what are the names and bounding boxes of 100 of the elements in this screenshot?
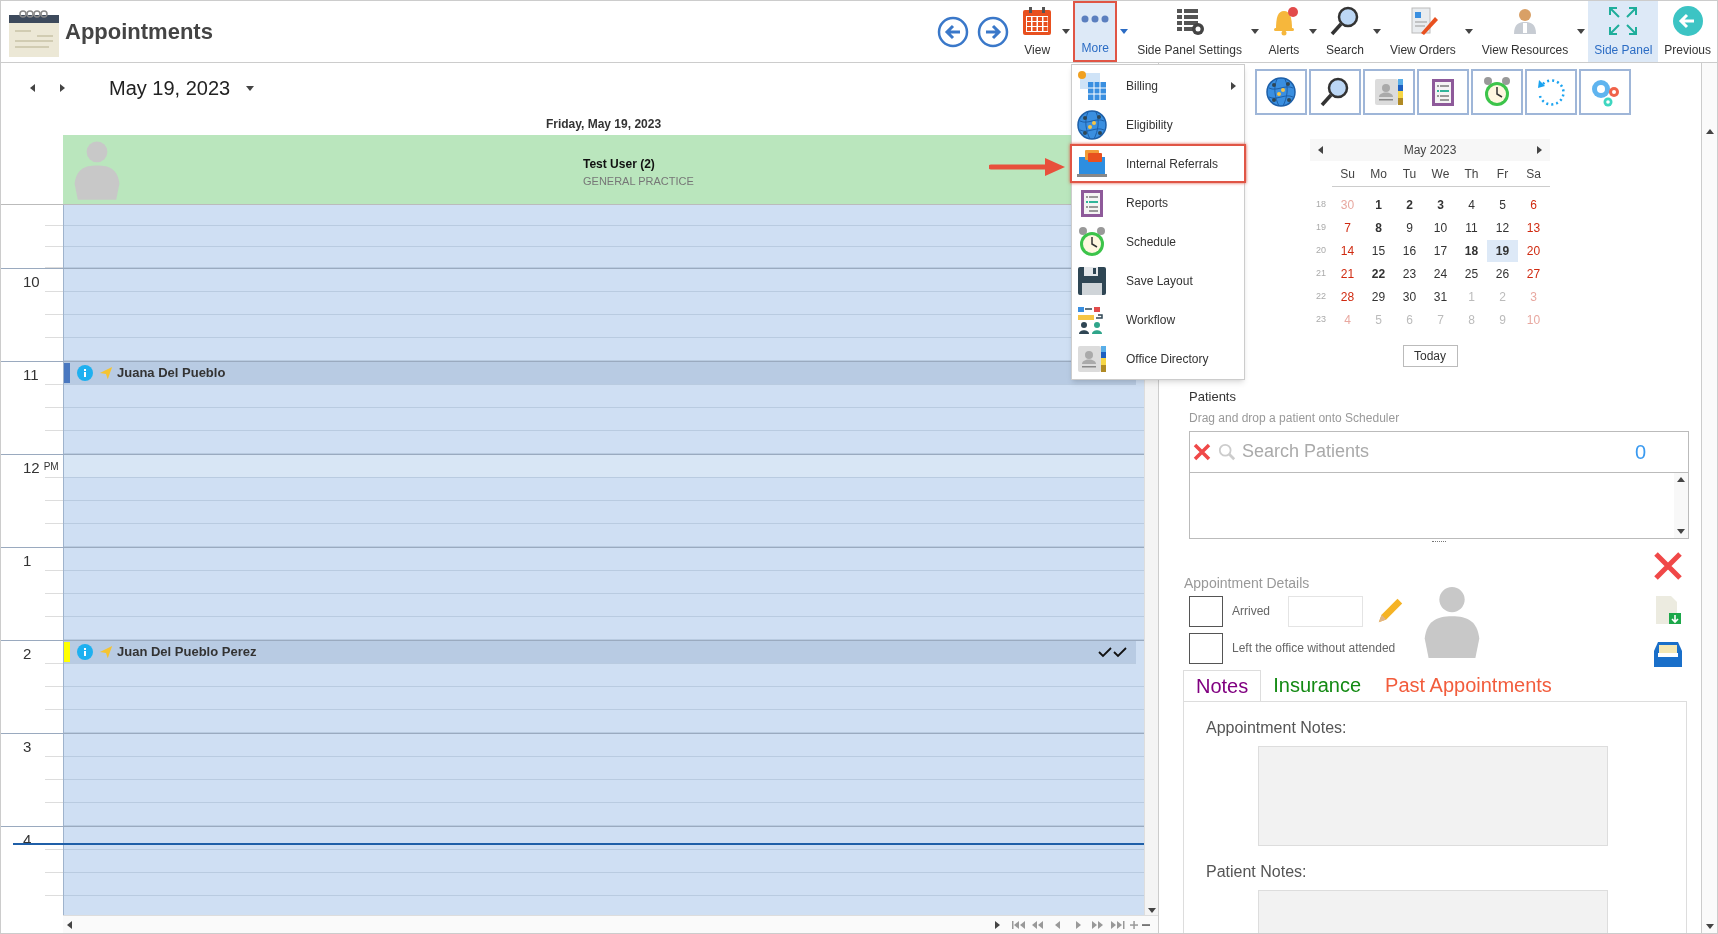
menu-item[interactable]: Schedule — [1072, 222, 1244, 261]
week-number: 22 — [1315, 289, 1327, 303]
menu-item[interactable]: Eligibility — [1072, 105, 1244, 144]
checkbox[interactable] — [1189, 632, 1223, 664]
calendar-day[interactable]: 31 — [1425, 285, 1456, 308]
clear-icon — [1192, 441, 1212, 462]
search-field[interactable]: Search Patients — [1242, 438, 1635, 465]
dropdown-caret-icon — [1062, 29, 1071, 34]
calendar-day[interactable]: 5 — [1487, 193, 1518, 216]
quick-action-button[interactable] — [1309, 69, 1361, 115]
notes-label: Patient Notes: — [1206, 861, 1308, 882]
calendar-day[interactable]: 10 — [1425, 216, 1456, 239]
calendar-day[interactable]: 16 — [1394, 239, 1425, 262]
toolbar-button[interactable]: More — [1073, 1, 1118, 62]
toolbar-button[interactable]: Side Panel — [1588, 1, 1659, 62]
dropdown-caret-icon — [1577, 29, 1586, 34]
calendar-day[interactable]: 23 — [1394, 262, 1425, 285]
scroll-up-icon — [1705, 129, 1714, 134]
calendar-day[interactable]: 28 — [1332, 285, 1363, 308]
calendar-day[interactable]: 18 — [1456, 239, 1487, 262]
menu-item[interactable]: Internal Referrals — [1070, 144, 1246, 183]
calendar-day[interactable]: 24 — [1425, 262, 1456, 285]
calendar-day[interactable]: 25 — [1456, 262, 1487, 285]
paper-plane-icon — [99, 366, 113, 380]
toolbar-button[interactable]: Alerts — [1261, 1, 1306, 62]
dropdown-caret-icon — [1464, 29, 1473, 34]
weekday-label: Sa — [1525, 165, 1542, 183]
back-button[interactable] — [937, 15, 970, 48]
left-caret-icon — [29, 84, 35, 92]
section-title: Patients — [1189, 388, 1237, 406]
appointment[interactable]: Juana Del Pueblo — [64, 362, 1136, 385]
menu-item[interactable]: Workflow — [1072, 300, 1244, 339]
next-month-button[interactable] — [1537, 146, 1542, 154]
toolbar-button[interactable]: Previous — [1658, 1, 1717, 62]
section-title: Appointment Details — [1184, 573, 1311, 593]
day-header: Friday, May 19, 2023 — [545, 116, 662, 133]
calendar-day[interactable]: 13 — [1518, 216, 1549, 239]
tab[interactable]: Insurance — [1261, 668, 1374, 701]
spreadsheet-icon — [1076, 69, 1108, 102]
contact-card-icon — [1373, 76, 1405, 108]
calendar-day[interactable]: 27 — [1518, 262, 1549, 285]
week-number: 18 — [1315, 197, 1327, 211]
arrival-time-field[interactable] — [1288, 595, 1363, 627]
hour-label: 10 — [23, 273, 40, 291]
submenu-caret-icon — [1231, 81, 1236, 90]
calendar-day[interactable]: 26 — [1487, 262, 1518, 285]
menu-item[interactable]: Billing — [1072, 66, 1244, 105]
week-number: 23 — [1315, 312, 1327, 326]
calendar-day[interactable]: 22 — [1363, 262, 1394, 285]
notes-field[interactable] — [1258, 745, 1608, 846]
patient-name: Juan Del Pueblo Perez — [117, 643, 258, 662]
panel-scrollbar[interactable] — [1701, 63, 1717, 933]
forward-button[interactable] — [977, 15, 1010, 48]
calendar-day[interactable]: 4 — [1456, 193, 1487, 216]
calendar-day[interactable]: 30 — [1394, 285, 1425, 308]
toolbar-button[interactable]: View Orders — [1383, 1, 1462, 62]
navigation-arrows-icon — [1010, 919, 1150, 930]
calendar-day[interactable]: 17 — [1425, 239, 1456, 262]
menu-item[interactable]: Save Layout — [1072, 261, 1244, 300]
weekday-label: Tu — [1401, 165, 1418, 183]
resource-specialty: GENERAL PRACTICE — [583, 174, 694, 189]
tab[interactable]: Notes — [1183, 669, 1262, 702]
checkbox-label: Left the office without attended — [1232, 640, 1396, 657]
horizontal-scrollbar[interactable] — [63, 915, 1158, 933]
calendar-day[interactable]: 3 — [1425, 193, 1456, 216]
toolbar-button[interactable]: View — [1015, 1, 1060, 62]
menu-item[interactable]: Reports — [1072, 183, 1244, 222]
calendar-day[interactable]: 20 — [1518, 239, 1549, 262]
previous-month-button[interactable] — [1318, 146, 1323, 154]
calendar-day[interactable]: 8 — [1363, 216, 1394, 239]
calendar-day[interactable]: 1 — [1363, 193, 1394, 216]
calendar-day[interactable]: 12 — [1487, 216, 1518, 239]
close-icon[interactable] — [1653, 550, 1683, 581]
scroll-down-icon — [1147, 908, 1156, 913]
calendar-day[interactable]: 11 — [1456, 216, 1487, 239]
quick-action-button[interactable] — [1255, 69, 1307, 115]
checkbox[interactable] — [1189, 595, 1223, 627]
calendar-day[interactable]: 19 — [1487, 239, 1518, 262]
calendar-day[interactable]: 7 — [1332, 216, 1363, 239]
calendar-day[interactable]: 29 — [1363, 285, 1394, 308]
calendar-day[interactable]: 15 — [1363, 239, 1394, 262]
today-button[interactable]: Today — [1402, 345, 1458, 367]
calendar-day[interactable]: 6 — [1518, 193, 1549, 216]
expand-arrows-icon — [1607, 5, 1640, 37]
toolbar-button[interactable]: Side Panel Settings — [1131, 1, 1248, 62]
toolbar-button[interactable]: View Resources — [1475, 1, 1575, 62]
info-icon — [77, 644, 93, 660]
search-icon — [1218, 442, 1236, 461]
weekday-label: Su — [1339, 165, 1356, 183]
checkbox-label: Arrived — [1232, 603, 1270, 620]
toolbar-button[interactable]: Search — [1319, 1, 1370, 62]
calendar-day[interactable]: 21 — [1332, 262, 1363, 285]
calendar-day[interactable]: 9 — [1394, 216, 1425, 239]
calendar-day[interactable]: 2 — [1394, 193, 1425, 216]
alarm-clock-icon — [1076, 225, 1108, 258]
appointment[interactable]: Juan Del Pueblo Perez — [64, 641, 1136, 664]
week-number: 20 — [1315, 243, 1327, 257]
calendar-day[interactable]: 14 — [1332, 239, 1363, 262]
document-download-icon[interactable] — [1653, 594, 1683, 625]
date-picker[interactable]: May 19, 2023 — [109, 73, 255, 103]
